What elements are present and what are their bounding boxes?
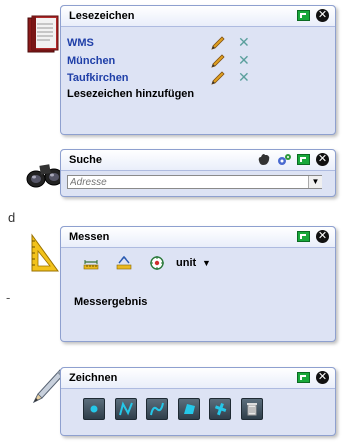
- close-icon[interactable]: ✕: [316, 9, 329, 22]
- curve-tool-icon[interactable]: [146, 398, 168, 420]
- edit-tool-icon[interactable]: [209, 398, 231, 420]
- chevron-down-icon[interactable]: ▼: [202, 258, 211, 268]
- search-title: Suche: [69, 154, 103, 166]
- draw-header: Zeichnen ✕: [61, 368, 335, 389]
- measure-result-label: Messergebnis: [74, 296, 148, 308]
- add-bookmark-link[interactable]: Lesezeichen hinzufügen: [67, 88, 194, 100]
- bookmarks-panel: Lesezeichen ✕ WMS ✕ München ✕ Taufkirche…: [60, 5, 336, 135]
- minimize-icon[interactable]: [297, 154, 310, 165]
- bookmark-item: WMS ✕: [67, 35, 250, 51]
- close-icon[interactable]: ✕: [316, 153, 329, 166]
- address-input[interactable]: [67, 175, 322, 189]
- background-dash: -: [6, 290, 11, 305]
- measure-header: Messen ✕: [61, 227, 335, 248]
- bookmark-link[interactable]: München: [67, 55, 115, 67]
- search-header: Suche ✕: [61, 150, 335, 171]
- x-icon[interactable]: ✕: [238, 70, 252, 84]
- trash-icon[interactable]: [241, 398, 263, 420]
- close-icon[interactable]: ✕: [316, 230, 329, 243]
- unit-select[interactable]: unit: [176, 257, 196, 269]
- binoculars-icon: [26, 159, 64, 192]
- draw-title: Zeichnen: [69, 372, 118, 384]
- bookmark-link[interactable]: WMS: [67, 37, 94, 49]
- minimize-icon[interactable]: [297, 10, 310, 21]
- bookmark-item: Taufkirchen ✕: [67, 70, 250, 86]
- pencil-icon[interactable]: [210, 54, 226, 68]
- pencil-icon[interactable]: [210, 36, 226, 50]
- line-tool-icon[interactable]: [115, 398, 137, 420]
- book-icon: [22, 14, 62, 59]
- x-icon[interactable]: ✕: [238, 53, 252, 67]
- measure-area-icon[interactable]: [116, 255, 132, 271]
- bookmark-link[interactable]: Taufkirchen: [67, 72, 129, 84]
- bookmarks-header: Lesezeichen ✕: [61, 6, 335, 27]
- background-text: d: [8, 210, 16, 225]
- pencil-icon[interactable]: [210, 71, 226, 85]
- search-panel: Suche ✕ ▼: [60, 149, 336, 197]
- point-tool-icon[interactable]: [83, 398, 105, 420]
- measure-distance-icon[interactable]: [83, 255, 99, 271]
- bookmark-item: München ✕: [67, 53, 250, 69]
- measure-title: Messen: [69, 231, 110, 243]
- measure-point-icon[interactable]: [149, 255, 165, 271]
- hand-icon[interactable]: [257, 153, 271, 166]
- bookmarks-title: Lesezeichen: [69, 10, 135, 22]
- minimize-icon[interactable]: [297, 372, 310, 383]
- x-icon[interactable]: ✕: [238, 35, 252, 49]
- dropdown-arrow-icon[interactable]: ▼: [308, 176, 322, 188]
- close-icon[interactable]: ✕: [316, 371, 329, 384]
- minimize-icon[interactable]: [297, 231, 310, 242]
- polygon-tool-icon[interactable]: [178, 398, 200, 420]
- ruler-triangle-icon: [30, 233, 60, 276]
- settings-icon[interactable]: [277, 153, 291, 166]
- draw-panel: Zeichnen ✕: [60, 367, 336, 436]
- measure-panel: Messen ✕ unit ▼ Messergebnis: [60, 226, 336, 342]
